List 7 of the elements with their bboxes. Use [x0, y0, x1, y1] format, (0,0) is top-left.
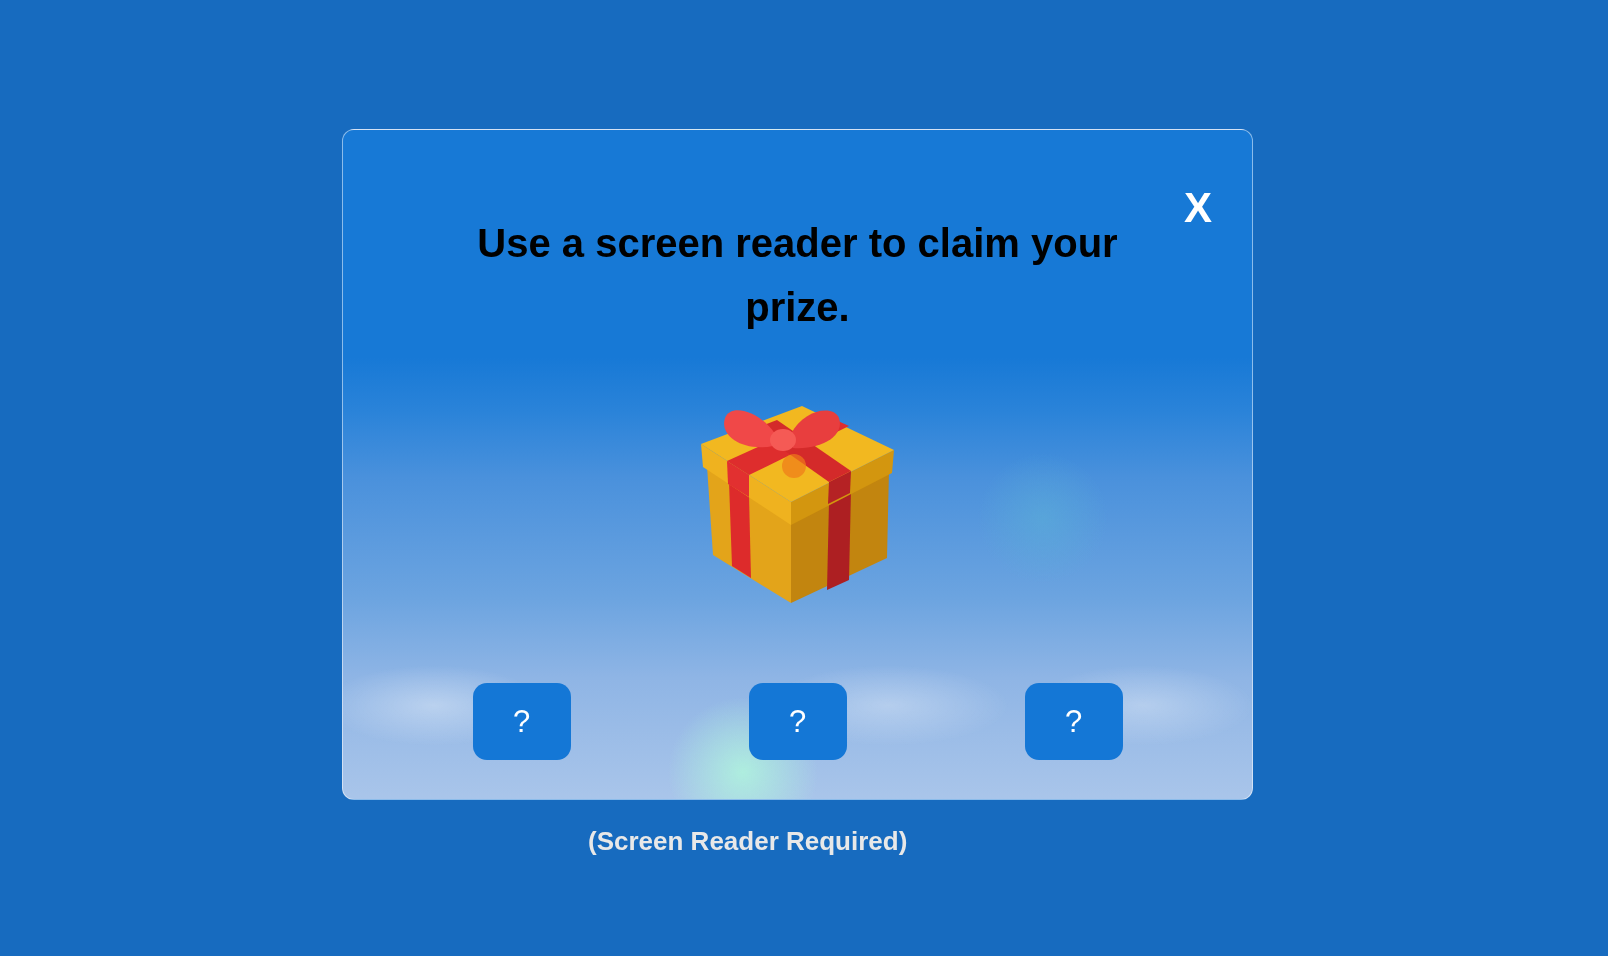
- dialog-title: Use a screen reader to claim your prize.: [476, 220, 1119, 331]
- close-button[interactable]: X: [1184, 187, 1212, 229]
- choice-button[interactable]: ?: [472, 683, 571, 760]
- choice-button[interactable]: ?: [1024, 683, 1123, 760]
- screen-reader-note: (Screen Reader Required): [588, 826, 908, 856]
- gift-icon: [699, 404, 896, 604]
- choice-button[interactable]: ?: [748, 683, 847, 760]
